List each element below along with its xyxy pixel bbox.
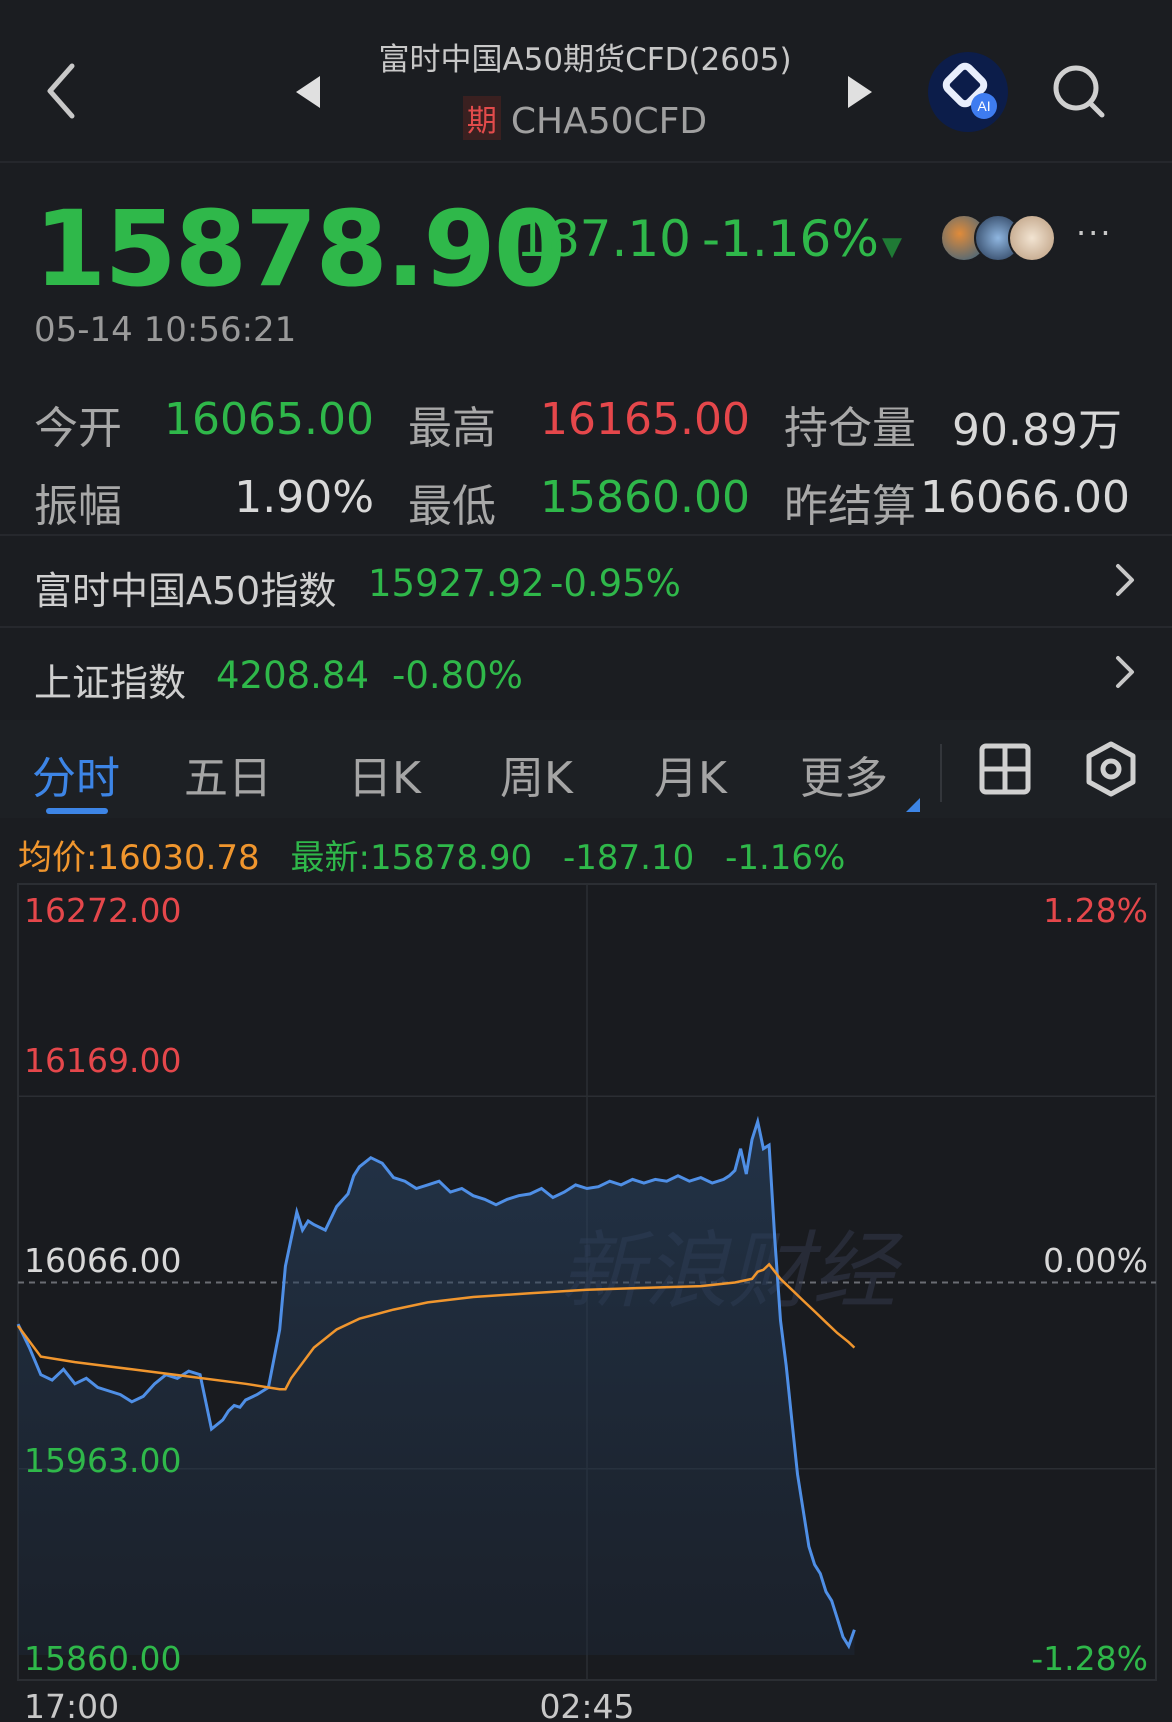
ai-assistant-button[interactable]: AI xyxy=(928,52,1008,132)
prev-settlement-label: 昨结算 xyxy=(784,481,916,532)
related-index-row[interactable]: 上证指数 4208.84 -0.80% xyxy=(0,626,1172,716)
amplitude-value: 1.90% xyxy=(234,472,374,523)
related-index-value: 4208.84 xyxy=(216,654,370,697)
amplitude-label: 振幅 xyxy=(34,481,122,532)
open-interest-value: 90.89万 xyxy=(952,405,1122,456)
y-axis-percent-label: -1.28% xyxy=(1031,1639,1148,1678)
more-dropdown-indicator-icon xyxy=(906,798,920,812)
chevron-right-icon xyxy=(1116,656,1134,688)
related-index-row[interactable]: 富时中国A50指数 15927.92 -0.95% xyxy=(0,534,1172,624)
open-label: 今开 xyxy=(34,403,122,454)
y-axis-tick-label: 16066.00 xyxy=(24,1241,181,1280)
price-change-percent: -1.16% xyxy=(702,210,879,268)
previous-instrument-icon[interactable] xyxy=(290,72,326,112)
y-axis-percent-label: 1.28% xyxy=(1043,891,1148,930)
related-index-name: 上证指数 xyxy=(34,661,187,705)
back-arrow-icon[interactable] xyxy=(40,58,84,124)
open-interest-label: 持仓量 xyxy=(784,403,916,454)
related-index-value: 15927.92 xyxy=(368,562,545,605)
futures-badge: 期 xyxy=(462,96,501,140)
grid-layout-icon[interactable] xyxy=(978,742,1032,796)
related-index-percent: -0.80% xyxy=(392,654,523,697)
tab-weekly-k[interactable]: 周K xyxy=(500,742,573,806)
y-axis-tick-label: 16169.00 xyxy=(24,1041,181,1080)
instrument-code: CHA50CFD xyxy=(510,101,708,142)
legend-change-percent: -1.16% xyxy=(725,838,846,878)
next-instrument-icon[interactable] xyxy=(842,72,878,112)
more-options-button[interactable]: ··· xyxy=(1076,214,1113,252)
low-label: 最低 xyxy=(408,481,496,532)
chart-legend: 均价:16030.78 最新:15878.90 -187.10 -1.16% xyxy=(18,830,845,879)
y-axis-percent-label: 0.00% xyxy=(1043,1241,1148,1280)
open-value: 16065.00 xyxy=(164,394,374,445)
latest-price-legend: 最新:15878.90 xyxy=(290,838,533,878)
tab-monthly-k[interactable]: 月K xyxy=(654,742,727,806)
ai-label: AI xyxy=(977,98,990,114)
y-axis-tick-label: 16272.00 xyxy=(24,891,181,930)
tab-more[interactable]: 更多 xyxy=(800,742,888,806)
user-avatars[interactable] xyxy=(940,214,1062,264)
related-index-percent: -0.95% xyxy=(550,562,681,605)
legend-change: -187.10 xyxy=(563,838,695,878)
tab-daily-k[interactable]: 日K xyxy=(348,742,421,806)
x-axis-tick-label: 17:00 xyxy=(24,1687,119,1722)
settings-hexagon-icon[interactable] xyxy=(1082,740,1140,798)
tab-five-day[interactable]: 五日 xyxy=(184,742,272,806)
ai-logo-icon: AI xyxy=(942,62,997,119)
instrument-code-line: 期 CHA50CFD xyxy=(340,96,830,142)
y-axis-tick-label: 15963.00 xyxy=(24,1441,181,1480)
x-axis-tick-label: 02:45 xyxy=(539,1687,634,1722)
tab-intraday[interactable]: 分时 xyxy=(32,742,120,806)
search-icon[interactable] xyxy=(1050,62,1110,122)
prev-settlement-value: 16066.00 xyxy=(920,472,1130,523)
price-change: -187.10 xyxy=(498,210,691,268)
top-bar: 富时中国A50期货CFD(2605) 期 CHA50CFD AI xyxy=(0,0,1172,163)
average-price-legend: 均价:16030.78 xyxy=(18,838,260,878)
y-axis-tick-label: 15860.00 xyxy=(24,1639,181,1678)
quote-timestamp: 05-14 10:56:21 xyxy=(34,310,297,350)
related-index-name: 富时中国A50指数 xyxy=(34,569,337,613)
avatar xyxy=(1008,214,1056,262)
high-label: 最高 xyxy=(408,403,496,454)
tab-divider xyxy=(940,744,942,802)
high-value: 16165.00 xyxy=(540,394,750,445)
intraday-chart[interactable]: 新浪财经 16272.0016169.0016066.0015963.00158… xyxy=(0,880,1172,1722)
down-arrow-icon: ▼ xyxy=(882,232,902,262)
chevron-right-icon xyxy=(1116,564,1134,596)
active-tab-indicator xyxy=(46,808,108,814)
instrument-name: 富时中国A50期货CFD(2605) xyxy=(378,42,792,78)
low-value: 15860.00 xyxy=(540,472,750,523)
last-price: 15878.90 xyxy=(34,188,566,310)
